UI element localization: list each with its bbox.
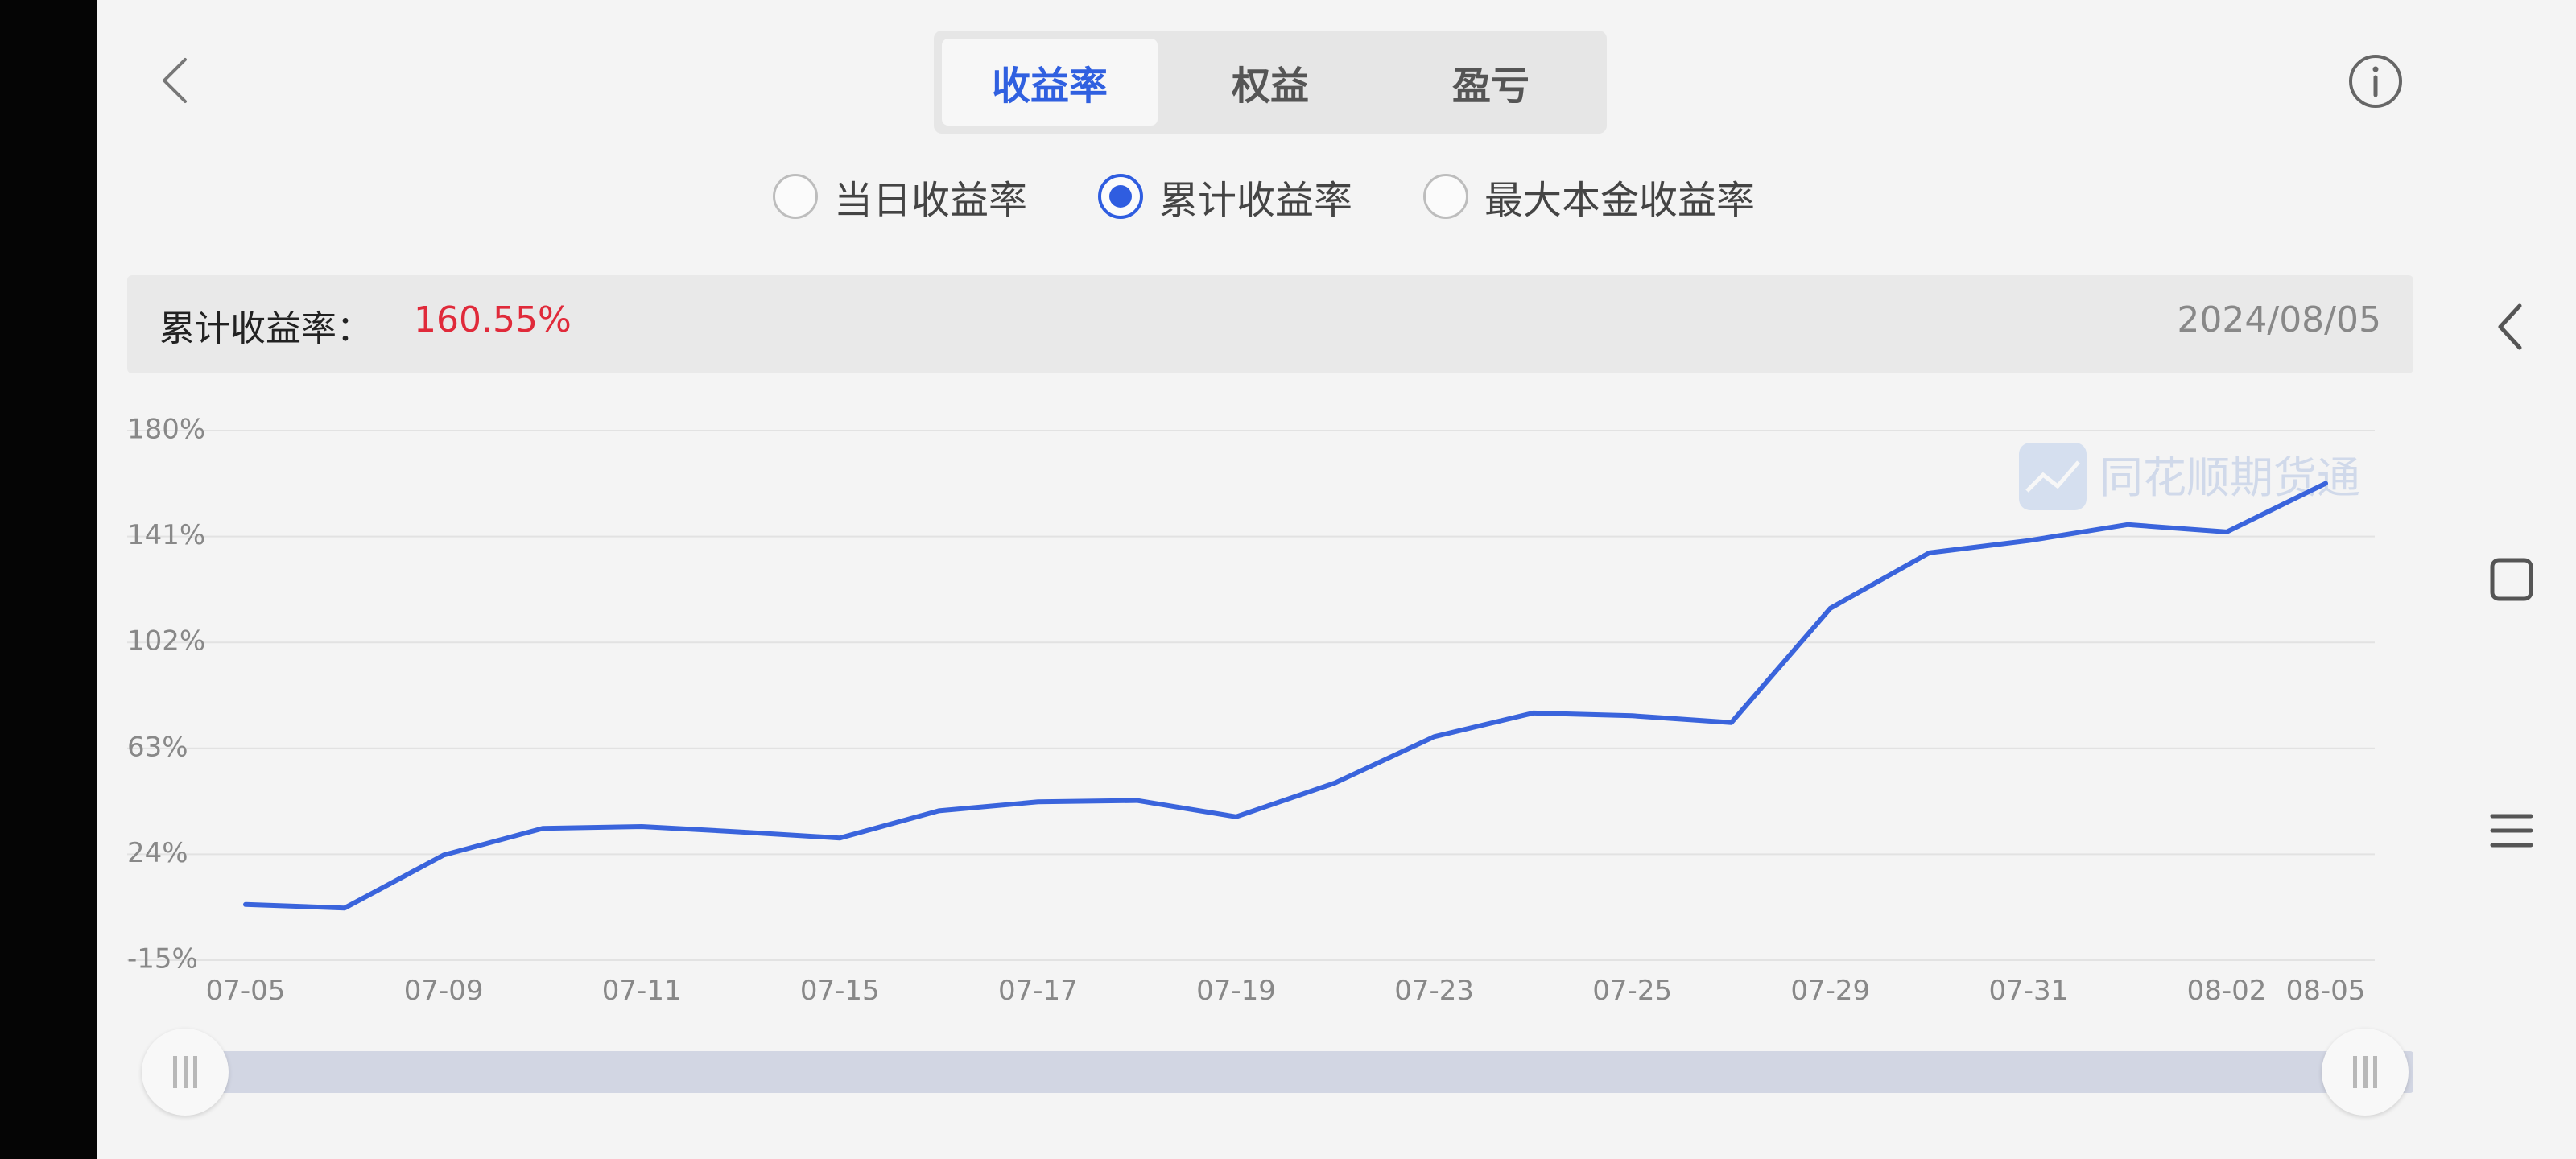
radio-daily-yield[interactable]: 当日收益率 bbox=[773, 167, 1027, 225]
grip-icon bbox=[2353, 1056, 2377, 1088]
summary-label: 累计收益率： bbox=[159, 308, 372, 349]
y-axis-ticks: 180% 141% 102% 63% 24% -15% bbox=[127, 414, 205, 975]
info-button[interactable] bbox=[2347, 52, 2405, 110]
y-tick-label: 180% bbox=[127, 414, 205, 446]
square-icon bbox=[2490, 558, 2533, 601]
y-tick-label: 63% bbox=[127, 731, 188, 763]
x-tick-label: 07-11 bbox=[602, 975, 682, 1007]
summary-bar: 累计收益率： 160.55% 2024/08/05 bbox=[127, 275, 2413, 373]
summary-date: 2024/08/05 bbox=[2177, 299, 2381, 340]
tab-pnl[interactable]: 盈亏 bbox=[1383, 39, 1599, 126]
radio-label: 最大本金收益率 bbox=[1484, 178, 1756, 223]
yield-type-options: 当日收益率 累计收益率 最大本金收益率 bbox=[97, 167, 2415, 225]
x-tick-label: 07-05 bbox=[206, 975, 286, 1007]
x-tick-label: 07-15 bbox=[800, 975, 880, 1007]
x-tick-label: 07-17 bbox=[998, 975, 1078, 1007]
y-tick-label: 24% bbox=[127, 837, 188, 869]
watermark: 同花顺期货通 bbox=[2019, 443, 2360, 510]
tab-equity[interactable]: 权益 bbox=[1162, 39, 1378, 126]
cumulative-yield-line bbox=[243, 481, 2328, 911]
x-tick-label: 08-05 bbox=[2286, 975, 2366, 1007]
x-tick-label: 07-09 bbox=[404, 975, 484, 1007]
x-tick-label: 07-31 bbox=[1989, 975, 2069, 1007]
radio-circle-checked bbox=[1098, 174, 1143, 219]
chevron-left-icon bbox=[163, 58, 187, 103]
x-axis-ticks: 07-05 07-09 07-11 07-15 07-17 07-19 07-23 07-25… bbox=[206, 975, 2366, 1007]
y-tick-label: 141% bbox=[127, 519, 205, 551]
summary-value: 160.55% bbox=[414, 299, 572, 340]
x-tick-label: 07-19 bbox=[1196, 975, 1276, 1007]
info-icon bbox=[2349, 55, 2402, 108]
left-edge-bar bbox=[0, 0, 97, 1159]
menu-icon bbox=[2490, 814, 2533, 848]
radio-circle bbox=[773, 174, 818, 219]
x-tick-label: 08-02 bbox=[2187, 975, 2267, 1007]
watermark-text: 同花顺期货通 bbox=[2099, 452, 2360, 503]
back-button[interactable] bbox=[145, 48, 209, 113]
range-handle-right[interactable] bbox=[2322, 1029, 2409, 1116]
nav-home-button[interactable] bbox=[2479, 547, 2544, 612]
tab-yield[interactable]: 收益率 bbox=[942, 39, 1158, 126]
yield-line-chart[interactable]: 180% 141% 102% 63% 24% -15% 同花顺期货通 07-05 07-09… bbox=[97, 394, 2415, 1022]
range-handle-left[interactable] bbox=[142, 1029, 229, 1116]
nav-back-button[interactable] bbox=[2479, 295, 2544, 359]
yield-screen: 收益率 权益 盈亏 当日收益率 累计收益率 最大本金收益率 累计收益率： 160… bbox=[97, 0, 2415, 1159]
radio-max-principal-yield[interactable]: 最大本金收益率 bbox=[1423, 167, 1755, 225]
watermark-logo-icon bbox=[2019, 443, 2087, 510]
range-scroll-track[interactable] bbox=[217, 1051, 2413, 1093]
radio-label: 累计收益率 bbox=[1159, 178, 1353, 223]
nav-menu-button[interactable] bbox=[2479, 798, 2544, 863]
grip-icon bbox=[173, 1056, 197, 1088]
radio-cumulative-yield[interactable]: 累计收益率 bbox=[1098, 167, 1352, 225]
series-line bbox=[243, 481, 2328, 911]
radio-label: 当日收益率 bbox=[834, 178, 1028, 223]
radio-circle bbox=[1423, 174, 1468, 219]
y-tick-label: -15% bbox=[127, 943, 198, 975]
system-nav-bar bbox=[2415, 0, 2576, 1159]
x-tick-label: 07-29 bbox=[1790, 975, 1870, 1007]
tab-bar: 收益率 权益 盈亏 bbox=[934, 31, 1607, 134]
x-tick-label: 07-23 bbox=[1394, 975, 1474, 1007]
x-tick-label: 07-25 bbox=[1592, 975, 1672, 1007]
y-tick-label: 102% bbox=[127, 625, 205, 658]
chevron-left-icon bbox=[2498, 303, 2522, 350]
